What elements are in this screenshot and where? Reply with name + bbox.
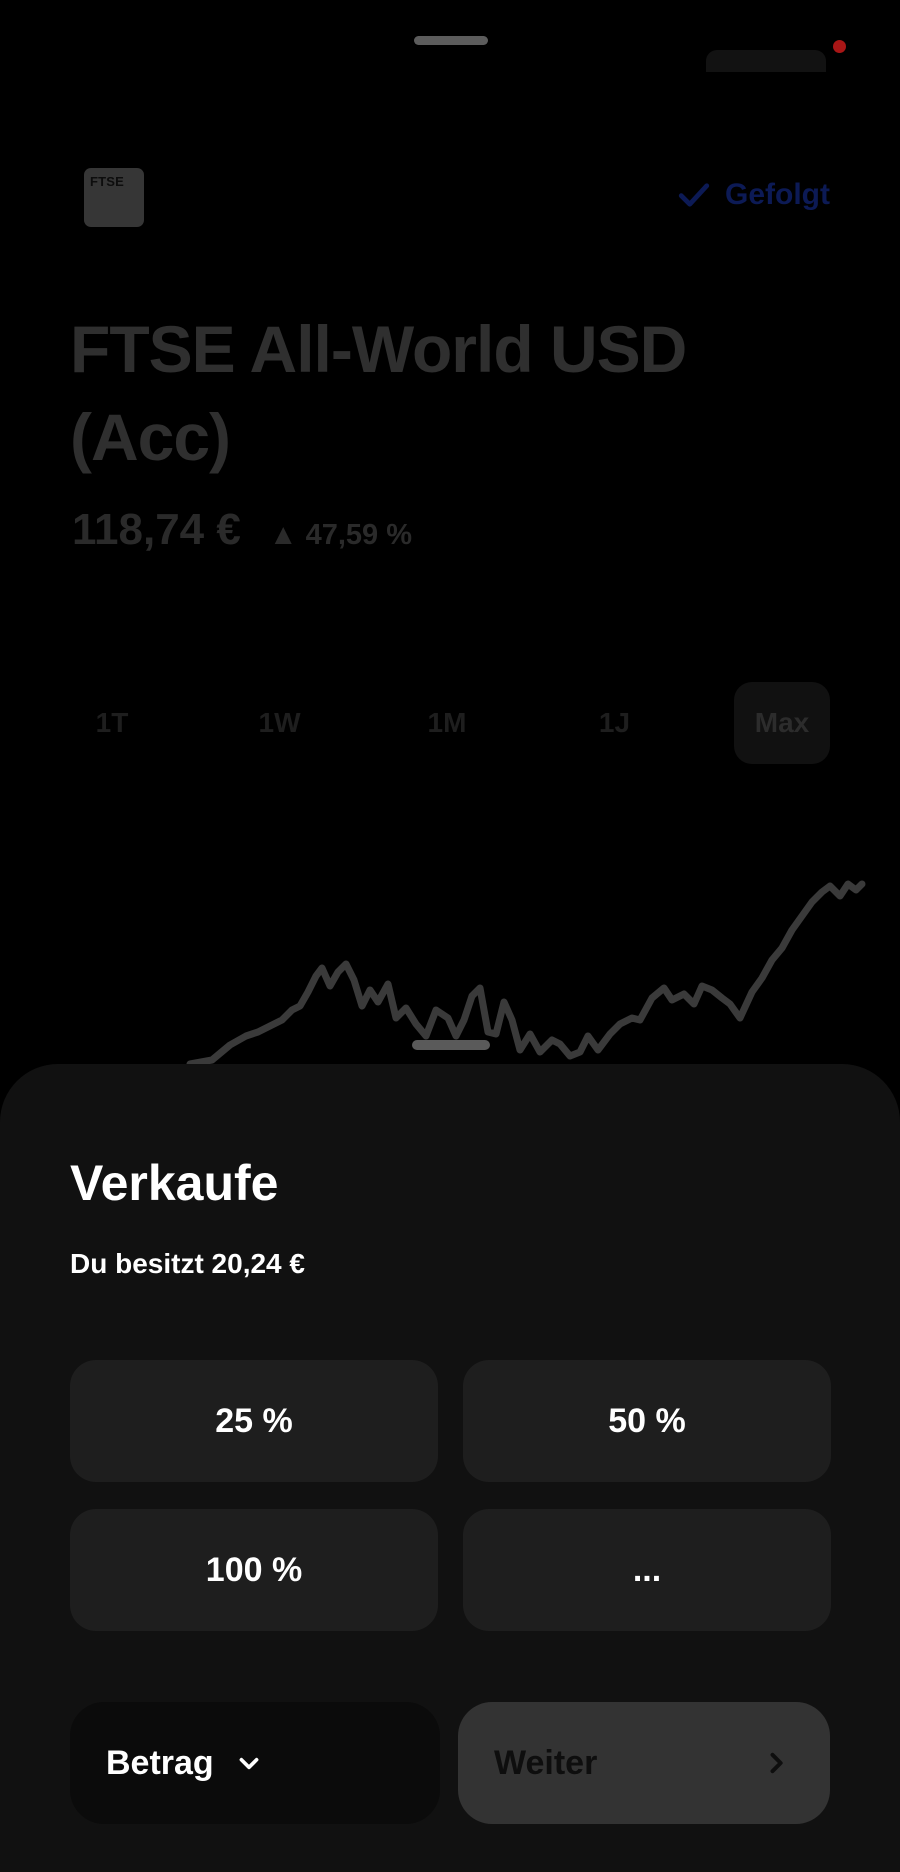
range-tab-1t[interactable]: 1T [64, 682, 160, 764]
next-label: Weiter [494, 1743, 598, 1782]
option-custom-button[interactable]: ... [463, 1509, 831, 1631]
price-change: ▲ 47,59 % [268, 519, 413, 551]
range-tab-1w[interactable]: 1W [232, 682, 328, 764]
range-tab-1m[interactable]: 1M [399, 682, 495, 764]
price-value: 118,74 € [72, 505, 241, 554]
sheet-title: Verkaufe [70, 1155, 279, 1211]
follow-label: Gefolgt [725, 178, 830, 211]
chevron-down-icon [239, 1757, 259, 1770]
option-25-percent-button[interactable]: 25 % [70, 1360, 438, 1482]
option-100-percent-button[interactable]: 100 % [70, 1509, 438, 1631]
amount-mode-dropdown[interactable]: Betrag [70, 1702, 440, 1824]
amount-mode-label: Betrag [106, 1743, 214, 1782]
chevron-right-icon [770, 1752, 783, 1774]
etf-logo: FTSE [84, 168, 144, 227]
top-drag-handle[interactable] [414, 36, 488, 45]
title-line-2: (Acc) [70, 400, 231, 474]
logo-text: FTSE [90, 174, 125, 189]
notification-dot [833, 40, 846, 53]
range-tabs: 1T 1W 1M 1J Max [64, 682, 830, 764]
check-icon [678, 183, 710, 207]
corner-button[interactable] [706, 50, 826, 72]
option-50-percent-button[interactable]: 50 % [463, 1360, 831, 1482]
sheet-drag-handle[interactable] [412, 1040, 490, 1050]
next-button[interactable]: Weiter [458, 1702, 830, 1824]
follow-button[interactable]: Gefolgt [677, 178, 830, 212]
holding-amount: Du besitzt 20,24 € [70, 1248, 305, 1279]
range-tab-1j[interactable]: 1J [567, 682, 663, 764]
title-line-1: FTSE All-World USD [70, 312, 687, 386]
page-title: FTSE All-World USD (Acc) [70, 305, 810, 481]
price-row: 118,74 € ▲ 47,59 % [72, 505, 412, 555]
range-tab-max[interactable]: Max [734, 682, 830, 764]
